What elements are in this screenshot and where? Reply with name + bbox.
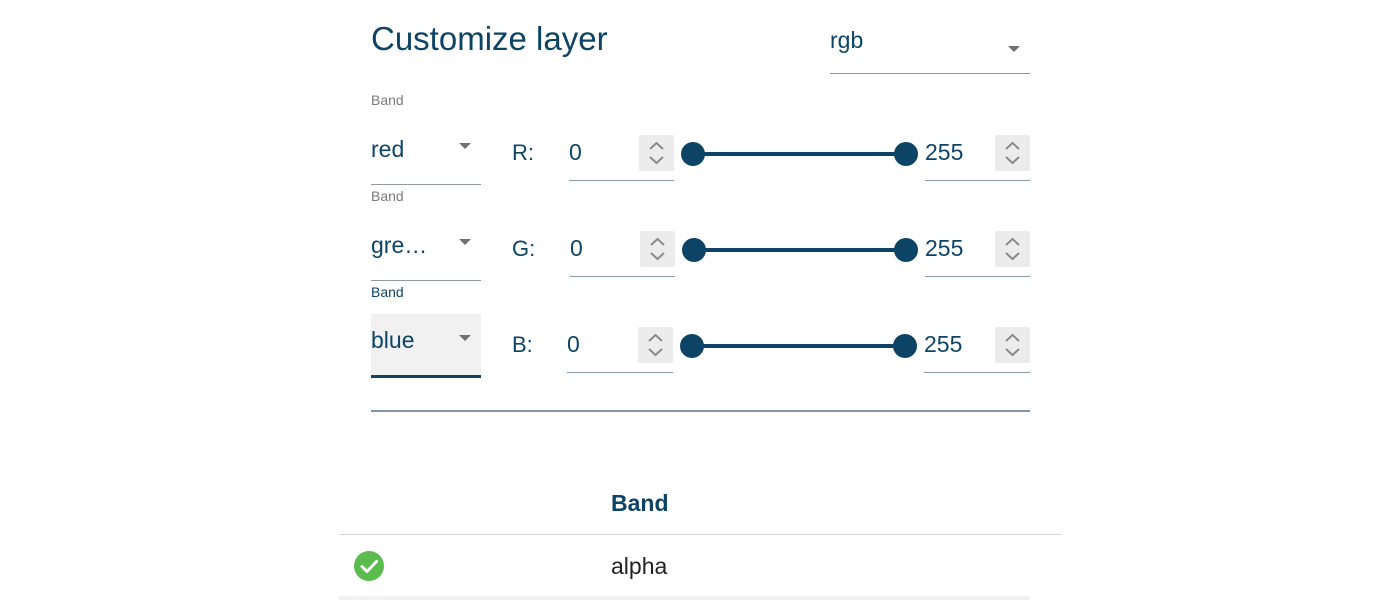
caret-down-icon bbox=[459, 335, 471, 341]
spinner-arrows-icon[interactable] bbox=[995, 135, 1030, 171]
color-mode-select[interactable]: rgb bbox=[830, 16, 1030, 74]
check-circle-icon[interactable] bbox=[354, 551, 384, 581]
band-select-blue[interactable]: blue bbox=[371, 314, 481, 378]
max-input-r[interactable]: 255 bbox=[925, 135, 1030, 181]
table-row[interactable]: alpha bbox=[339, 536, 1062, 596]
max-value: 255 bbox=[925, 139, 964, 165]
min-value: 0 bbox=[569, 139, 582, 165]
spinner-arrows-icon[interactable] bbox=[995, 327, 1030, 363]
table-header-band: Band bbox=[611, 490, 669, 516]
section-divider bbox=[371, 410, 1030, 412]
min-value: 0 bbox=[567, 331, 580, 357]
max-value: 255 bbox=[924, 331, 963, 357]
caret-down-icon bbox=[459, 239, 471, 245]
range-slider-r[interactable] bbox=[681, 139, 918, 169]
color-mode-value: rgb bbox=[830, 27, 864, 53]
table-header-rule bbox=[339, 534, 1062, 535]
row-band-name: alpha bbox=[611, 553, 668, 579]
slider-max-thumb[interactable] bbox=[894, 142, 918, 166]
slider-track bbox=[692, 344, 905, 348]
band-label-blue: Band bbox=[371, 284, 404, 300]
slider-min-thumb[interactable] bbox=[681, 142, 705, 166]
range-slider-g[interactable] bbox=[682, 235, 918, 265]
slider-min-thumb[interactable] bbox=[680, 334, 704, 358]
min-input-b[interactable]: 0 bbox=[567, 327, 673, 373]
slider-max-thumb[interactable] bbox=[893, 334, 917, 358]
band-select-value: blue bbox=[371, 327, 415, 353]
slider-max-thumb[interactable] bbox=[894, 238, 918, 262]
channel-label-g: G: bbox=[512, 236, 536, 261]
range-slider-b[interactable] bbox=[680, 331, 917, 361]
band-select-red[interactable]: red bbox=[371, 133, 481, 185]
slider-min-thumb[interactable] bbox=[682, 238, 706, 262]
slider-track bbox=[693, 152, 906, 156]
spinner-arrows-icon[interactable] bbox=[640, 231, 675, 267]
spinner-arrows-icon[interactable] bbox=[995, 231, 1030, 267]
caret-down-icon bbox=[1008, 46, 1020, 52]
band-label-red: Band bbox=[371, 92, 404, 108]
min-input-g[interactable]: 0 bbox=[570, 231, 675, 277]
max-input-g[interactable]: 255 bbox=[925, 231, 1030, 277]
max-input-b[interactable]: 255 bbox=[924, 327, 1030, 373]
min-value: 0 bbox=[570, 235, 583, 261]
caret-down-icon bbox=[459, 143, 471, 149]
band-select-green[interactable]: gre… bbox=[371, 229, 481, 281]
channel-label-r: R: bbox=[512, 140, 534, 165]
next-row-edge bbox=[339, 596, 1030, 600]
customize-layer-panel: Customize layer rgb Band red R: 0 255 Ba… bbox=[0, 0, 1400, 600]
band-label-green: Band bbox=[371, 188, 404, 204]
max-value: 255 bbox=[925, 235, 964, 261]
spinner-arrows-icon[interactable] bbox=[638, 327, 673, 363]
band-select-value: red bbox=[371, 136, 405, 162]
band-select-value: gre… bbox=[371, 232, 428, 258]
panel-title: Customize layer bbox=[371, 20, 608, 57]
min-input-r[interactable]: 0 bbox=[569, 135, 674, 181]
channel-label-b: B: bbox=[512, 332, 533, 357]
slider-track bbox=[694, 248, 906, 252]
spinner-arrows-icon[interactable] bbox=[639, 135, 674, 171]
